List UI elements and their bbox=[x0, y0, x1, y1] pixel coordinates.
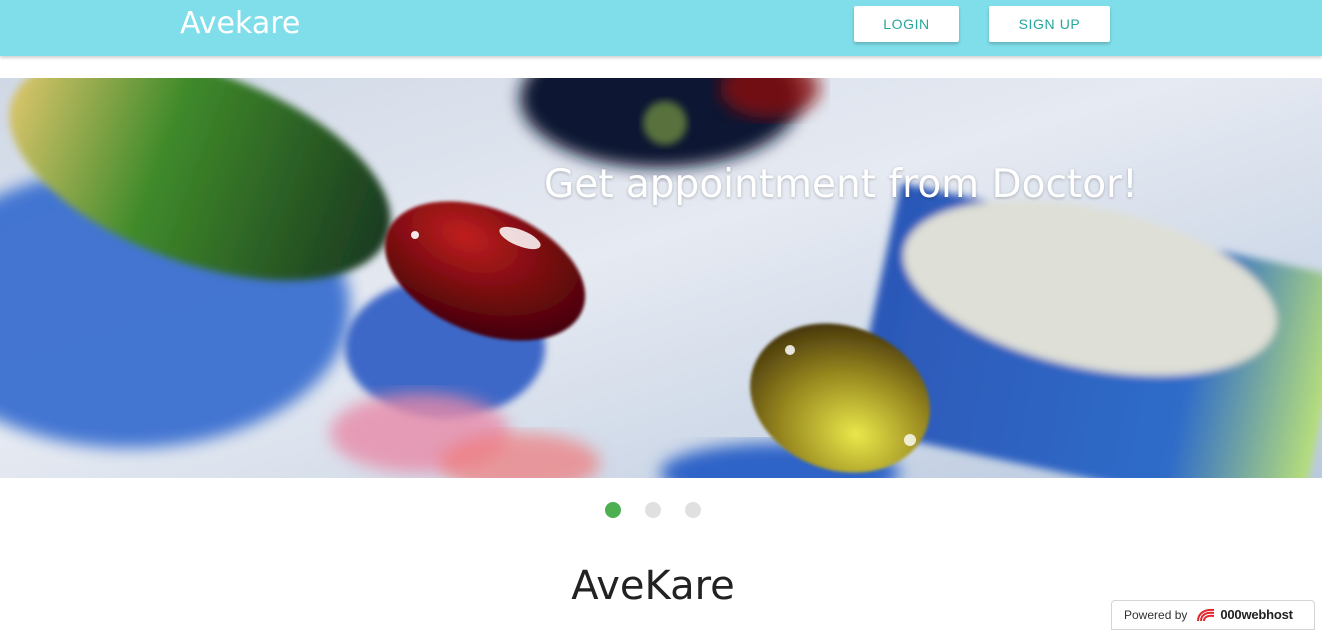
powered-by-badge[interactable]: Powered by 000webhost bbox=[1111, 600, 1315, 630]
signup-button[interactable]: SIGN UP bbox=[989, 6, 1110, 42]
powered-by-label: Powered by bbox=[1124, 608, 1188, 622]
top-navbar: Avekare LOGIN SIGN UP bbox=[0, 0, 1322, 56]
slide-indicator-3[interactable] bbox=[685, 502, 701, 518]
slide-caption: Get appointment from Doctor! bbox=[544, 162, 1138, 207]
slide-indicator-1[interactable] bbox=[605, 502, 621, 518]
brand-logo-link[interactable]: Avekare bbox=[180, 6, 300, 42]
slide-indicator-2[interactable] bbox=[645, 502, 661, 518]
login-button[interactable]: LOGIN bbox=[854, 6, 959, 42]
hero-slide-image bbox=[0, 78, 1322, 478]
slider-indicators bbox=[0, 502, 1322, 518]
000webhost-logo-icon bbox=[1197, 608, 1215, 622]
hero-slider: Get appointment from Doctor! bbox=[0, 78, 1322, 478]
host-name: 000webhost bbox=[1220, 607, 1293, 622]
